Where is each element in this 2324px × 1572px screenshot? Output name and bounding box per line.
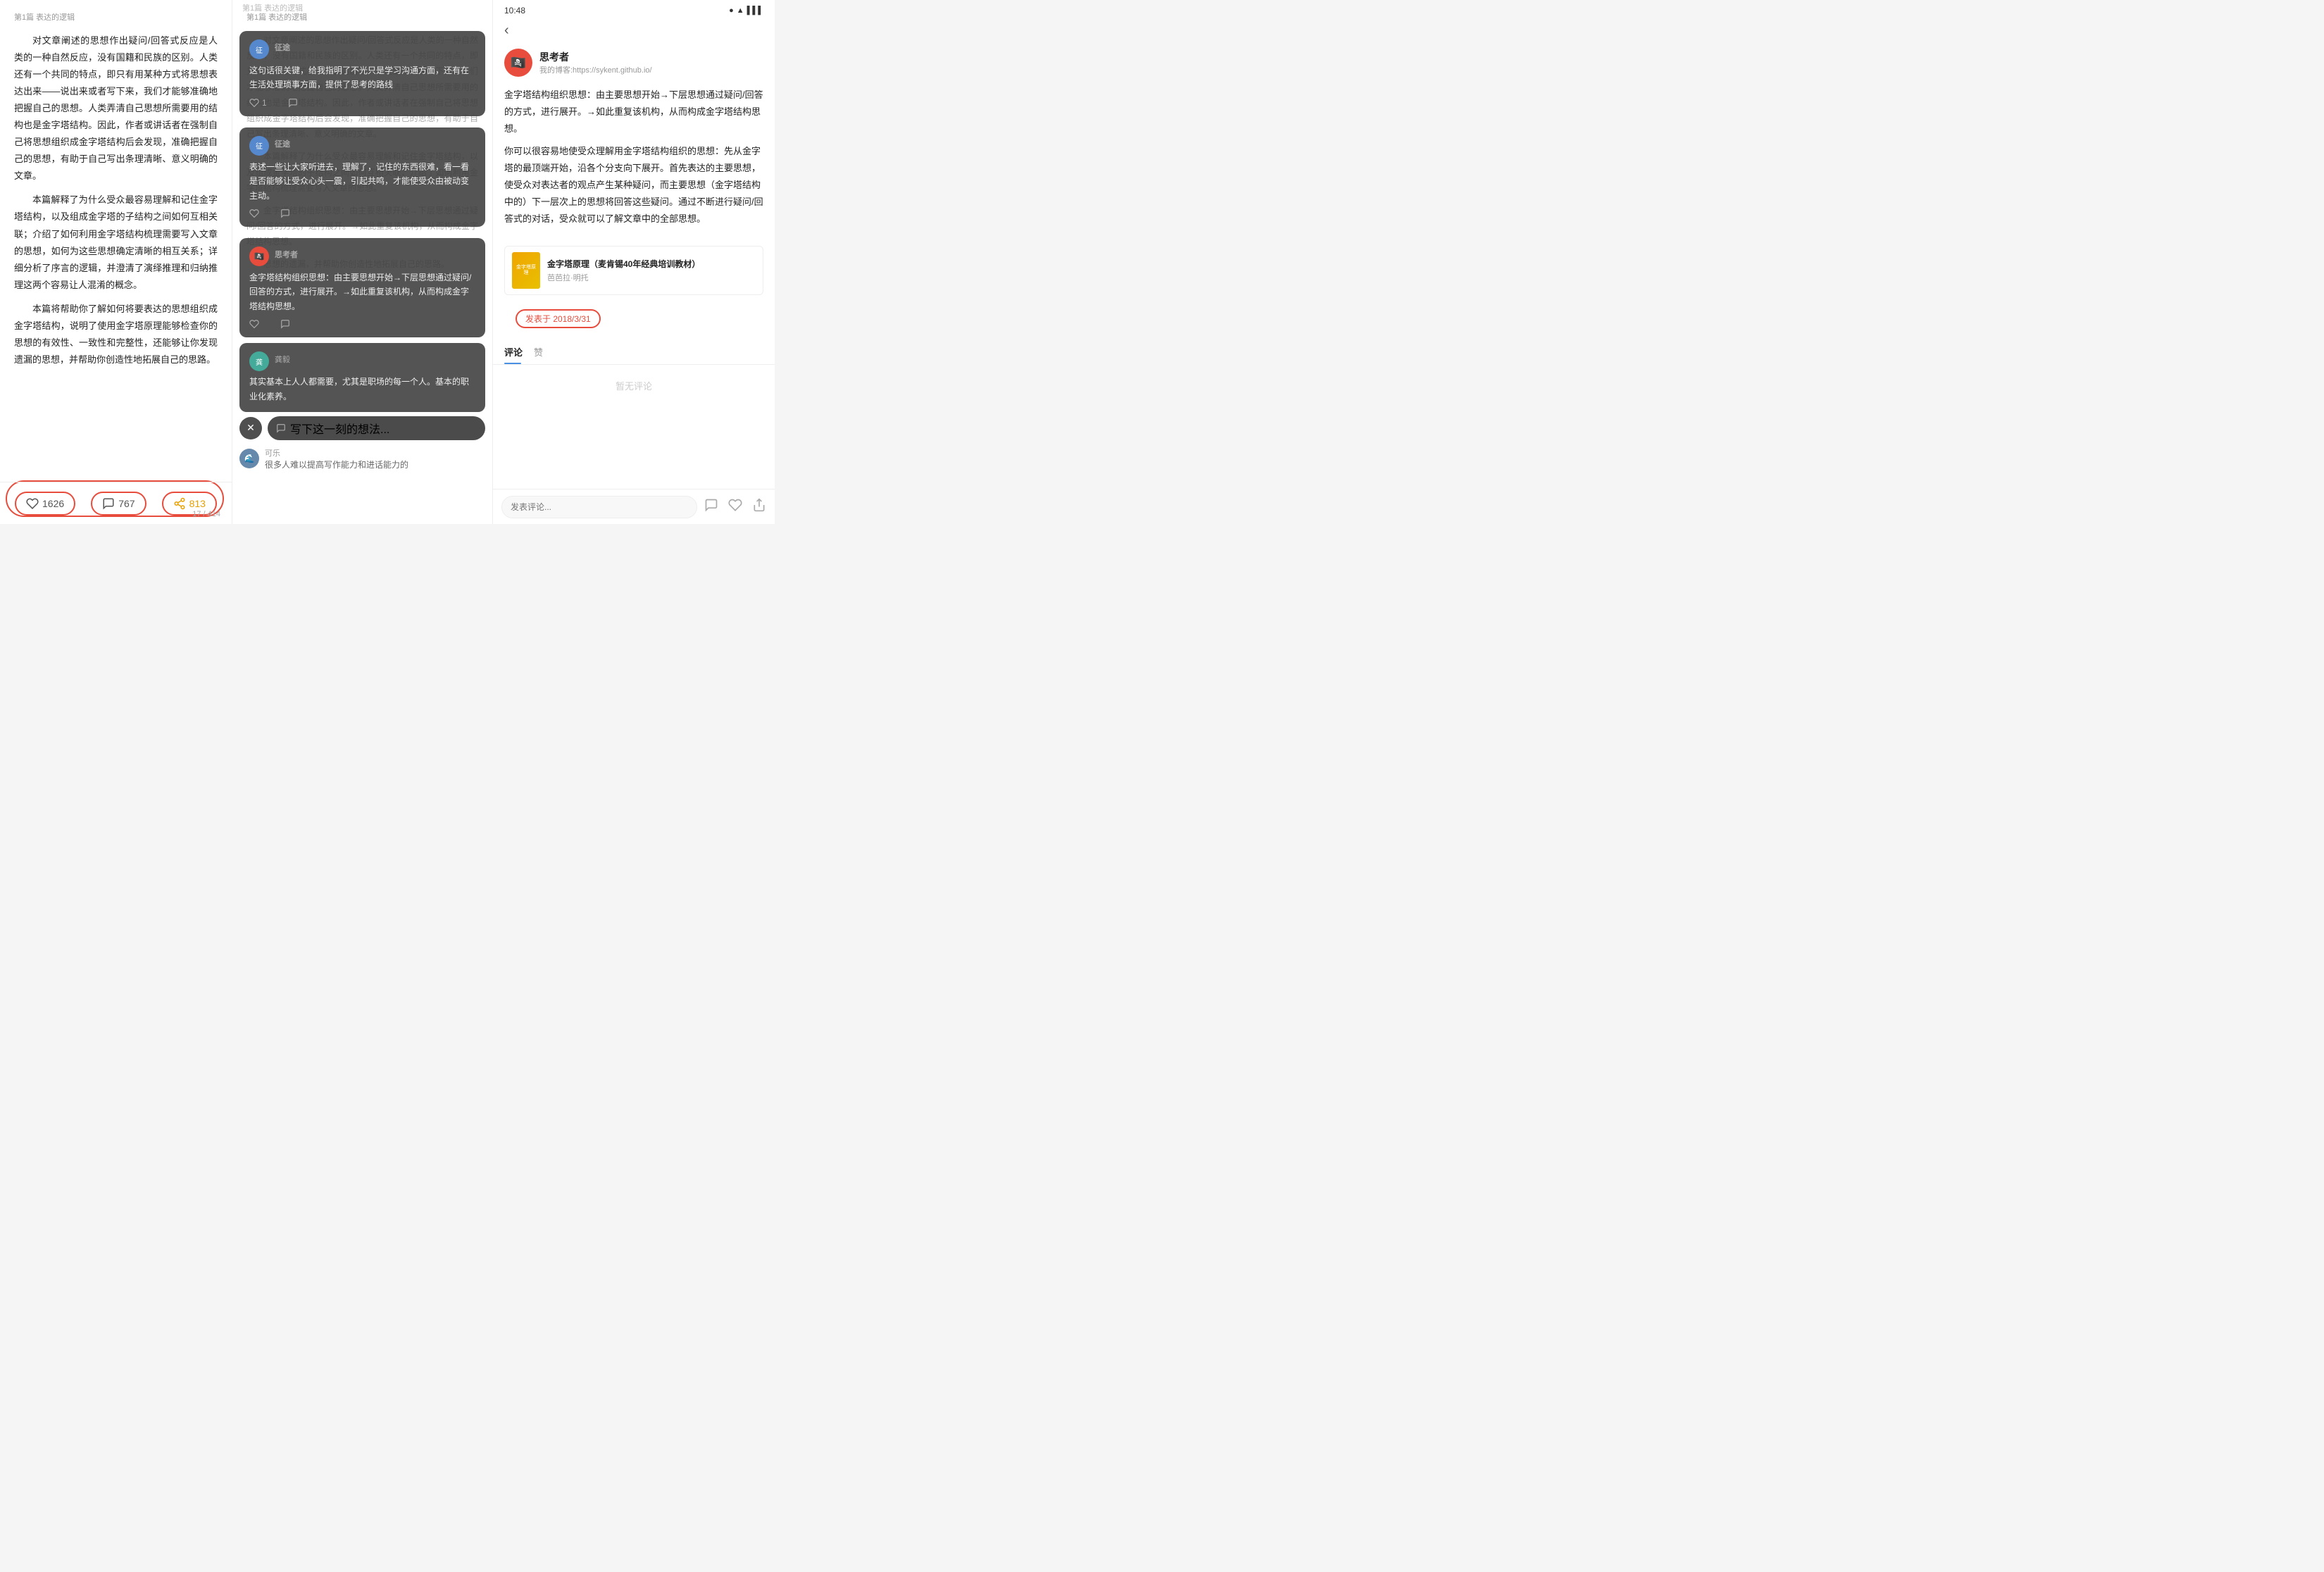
like-comment-1[interactable]: 1 — [249, 98, 267, 108]
comment-card-3: 🏴‍☠️ 思考者 金字塔结构组织思想：由主要思想开始→下层思想通过疑问/回答的方… — [239, 238, 485, 337]
status-time: 10:48 — [504, 6, 525, 15]
comment-body-1: 这句话很关键，给我指明了不光只是学习沟通方面，还有在生活处理琐事方面，提供了思考… — [249, 63, 475, 92]
reply-comment-2[interactable] — [280, 208, 290, 218]
no-comment: 暂无评论 — [493, 365, 775, 406]
page-indicator: 17 / 414 — [192, 510, 220, 518]
compose-placeholder: 写下这一刻的想法... — [290, 420, 389, 437]
tab-likes[interactable]: 赞 — [534, 339, 554, 364]
comment-body-3: 金字塔结构组织思想：由主要思想开始→下层思想通过疑问/回答的方式，进行展开。→如… — [249, 270, 475, 313]
author-url: 我的博客:https://sykent.github.io/ — [539, 64, 652, 75]
like-button[interactable]: 1626 — [15, 492, 75, 516]
share-action-icon[interactable] — [752, 498, 766, 516]
likes-count: 1626 — [42, 498, 64, 509]
comments-count: 767 — [118, 498, 135, 509]
close-comments-button[interactable]: ✕ — [239, 417, 262, 439]
comment-card-2: 征 征途 表述一些让大家听进去，理解了，记住的东西很难，看一看是否能够让受众心头… — [239, 127, 485, 227]
publish-date-wrapper: 发表于 2018/3/31 — [504, 305, 763, 332]
like-action-icon[interactable] — [728, 498, 742, 516]
heart-icon — [26, 497, 39, 510]
avatar-2: 征 — [249, 136, 269, 156]
partial-body: 其实基本上人人都需要，尤其是职场的每一个人。基本的职业化素养。 — [249, 375, 475, 404]
comment-icon — [102, 497, 115, 510]
panel1-header: 第1篇 表达的逻辑 — [14, 11, 218, 23]
article-body: 金字塔结构组织思想：由主要思想开始→下层思想通过疑问/回答的方式，进行展开。→如… — [493, 84, 775, 240]
back-button[interactable]: ‹ — [493, 18, 775, 43]
share-icon — [173, 497, 186, 510]
author-2: 征途 — [275, 138, 290, 149]
compose-input[interactable] — [501, 496, 697, 518]
book-author: 芭芭拉·明托 — [547, 272, 700, 283]
avatar-more: 🌊 — [239, 449, 259, 468]
like-comment-3[interactable] — [249, 319, 259, 329]
panel3-bottom-bar — [493, 489, 775, 524]
comment-button[interactable]: 767 — [91, 492, 146, 516]
signal-icon: ▌▌▌ — [747, 6, 763, 15]
comment-actions-2 — [249, 208, 475, 218]
like-comment-2[interactable] — [249, 208, 259, 218]
book-card[interactable]: 金字塔原理 金字塔原理（麦肯锡40年经典培训教材） 芭芭拉·明托 — [504, 246, 763, 295]
panel-3: 10:48 ● ▲ ▌▌▌ ‹ 🏴‍☠️ 思考者 我的博客:https://sy… — [493, 0, 775, 524]
partial-author: 龚毅 — [275, 354, 290, 365]
article-meta: 🏴‍☠️ 思考者 我的博客:https://sykent.github.io/ — [493, 43, 775, 84]
avatar-1: 征 — [249, 39, 269, 59]
article-text2: 你可以很容易地使受众理解用金字塔结构组织的思想：先从金字塔的最顶端开始，沿各个分… — [504, 143, 763, 227]
comment-actions-1: 1 — [249, 98, 475, 108]
likes-1: 1 — [262, 98, 267, 108]
para-1: 对文章阐述的思想作出疑问/回答式反应是人类的一种自然反应，没有国籍和民族的区别。… — [14, 32, 218, 185]
status-icons: ● ▲ ▌▌▌ — [729, 6, 763, 15]
article-text1: 金字塔结构组织思想：由主要思想开始→下层思想通过疑问/回答的方式，进行展开。→如… — [504, 87, 763, 137]
compose-bar[interactable]: 写下这一刻的想法... — [268, 416, 485, 440]
para-2: 本篇解释了为什么受众最容易理解和记住金字塔结构，以及组成金字塔的子结构之间如何互… — [14, 192, 218, 293]
author-avatar: 🏴‍☠️ — [504, 49, 532, 77]
compose-icon — [276, 423, 286, 433]
panel2-overlay-header: 第1篇 表达的逻辑 — [242, 2, 303, 13]
book-cover: 金字塔原理 — [512, 252, 540, 289]
more-author: 可乐 — [265, 447, 408, 458]
avatar-partial: 龚 — [249, 351, 269, 371]
comment-card-1: 征 征途 这句话很关键，给我指明了不光只是学习沟通方面，还有在生活处理琐事方面，… — [239, 31, 485, 116]
more-body: 很多人难以提高写作能力和进话能力的 — [265, 458, 408, 470]
wifi-icon: ▲ — [737, 6, 744, 15]
publish-date: 发表于 2018/3/31 — [516, 309, 601, 328]
comment-action-icon[interactable] — [704, 498, 718, 516]
comment-actions-3 — [249, 319, 475, 329]
more-comment-row: 🌊 可乐 很多人难以提高写作能力和进话能力的 — [239, 447, 485, 470]
reply-comment-1[interactable] — [288, 98, 298, 108]
avatar-3: 🏴‍☠️ — [249, 247, 269, 266]
panel1-content: 对文章阐述的思想作出疑问/回答式反应是人类的一种自然反应，没有国籍和民族的区别。… — [14, 32, 218, 375]
book-info: 金字塔原理（麦肯锡40年经典培训教材） 芭芭拉·明托 — [547, 258, 700, 283]
panel-2: 第1篇 表达的逻辑 对文章阐述的思想作出疑问/回答式反应是人类的一种自然反应，没… — [232, 0, 493, 524]
author-info: 思考者 我的博客:https://sykent.github.io/ — [539, 50, 652, 75]
panel-1: 第1篇 表达的逻辑 对文章阐述的思想作出疑问/回答式反应是人类的一种自然反应，没… — [0, 0, 232, 524]
status-bar: 10:48 ● ▲ ▌▌▌ — [493, 0, 775, 18]
author-name: 思考者 — [539, 50, 652, 64]
bottom-action-icons — [704, 498, 766, 516]
tab-comments[interactable]: 评论 — [504, 339, 534, 364]
tabs-row: 评论 赞 — [493, 339, 775, 365]
book-title: 金字塔原理（麦肯锡40年经典培训教材） — [547, 258, 700, 270]
battery-icon: ● — [729, 6, 734, 15]
para-3: 本篇将帮助你了解如何将要表达的思想组织成金字塔结构，说明了使用金字塔原理能够检查… — [14, 301, 218, 368]
comments-overlay: 第1篇 表达的逻辑 征 征途 这句话很关键，给我指明了不光只是学习沟通方面，还有… — [232, 0, 492, 524]
author-1: 征途 — [275, 42, 290, 53]
reply-comment-3[interactable] — [280, 319, 290, 329]
shares-count: 813 — [189, 498, 206, 509]
comment-body-2: 表述一些让大家听进去，理解了，记住的东西很难，看一看是否能够让受众心头一震，引起… — [249, 160, 475, 203]
author-3: 思考者 — [275, 249, 298, 260]
partial-comment: 龚 龚毅 其实基本上人人都需要，尤其是职场的每一个人。基本的职业化素养。 — [239, 343, 485, 412]
